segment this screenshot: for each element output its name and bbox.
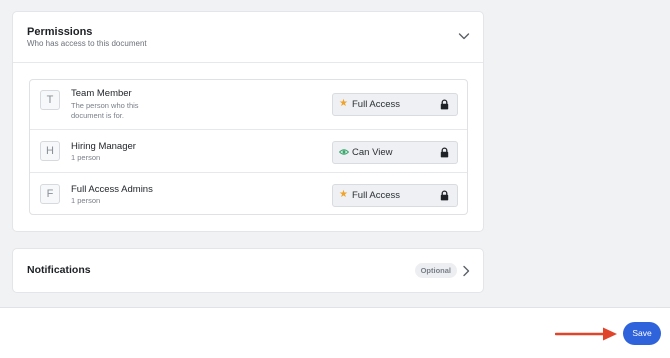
role-name: Hiring Manager (71, 141, 136, 152)
notifications-card[interactable]: Notifications Optional (12, 248, 484, 293)
role-description: The person who this document is for. (71, 101, 139, 120)
access-level-select[interactable]: ★ Full Access (332, 184, 458, 207)
avatar: F (40, 184, 60, 204)
access-level-select[interactable]: ★ Full Access (332, 93, 458, 116)
access-level-label: Full Access (352, 99, 401, 110)
permission-row-full-access-admins: F Full Access Admins 1 person ★ Full Acc… (30, 172, 467, 217)
access-level-label: Full Access (352, 190, 401, 201)
access-level-select[interactable]: Can View (332, 141, 458, 164)
access-level-label: Can View (352, 147, 393, 158)
arrow-annotation-icon (555, 327, 617, 341)
permissions-card: Permissions Who has access to this docum… (12, 11, 484, 232)
star-icon: ★ (339, 98, 348, 109)
permissions-title: Permissions (27, 26, 93, 38)
permissions-subtitle: Who has access to this document (27, 39, 147, 48)
role-description: 1 person (71, 196, 101, 205)
avatar: T (40, 90, 60, 110)
permissions-header[interactable]: Permissions Who has access to this docum… (13, 12, 483, 63)
star-icon: ★ (339, 189, 348, 200)
permissions-table: T Team Member The person who this docume… (29, 79, 468, 215)
chevron-right-icon[interactable] (462, 265, 470, 277)
lock-icon (440, 99, 449, 110)
permission-row-team-member: T Team Member The person who this docume… (30, 80, 467, 129)
role-description: 1 person (71, 153, 101, 162)
role-name: Full Access Admins (71, 184, 153, 195)
permission-row-hiring-manager: H Hiring Manager 1 person Can View (30, 129, 467, 174)
notifications-title: Notifications (27, 264, 91, 276)
lock-icon (440, 190, 449, 201)
role-name: Team Member (71, 88, 132, 99)
eye-icon (339, 149, 349, 155)
avatar: H (40, 141, 60, 161)
lock-icon (440, 147, 449, 158)
optional-badge: Optional (414, 263, 457, 278)
save-button[interactable]: Save (623, 322, 661, 345)
footer-bar: Save (0, 307, 670, 358)
chevron-down-icon[interactable] (458, 31, 470, 41)
